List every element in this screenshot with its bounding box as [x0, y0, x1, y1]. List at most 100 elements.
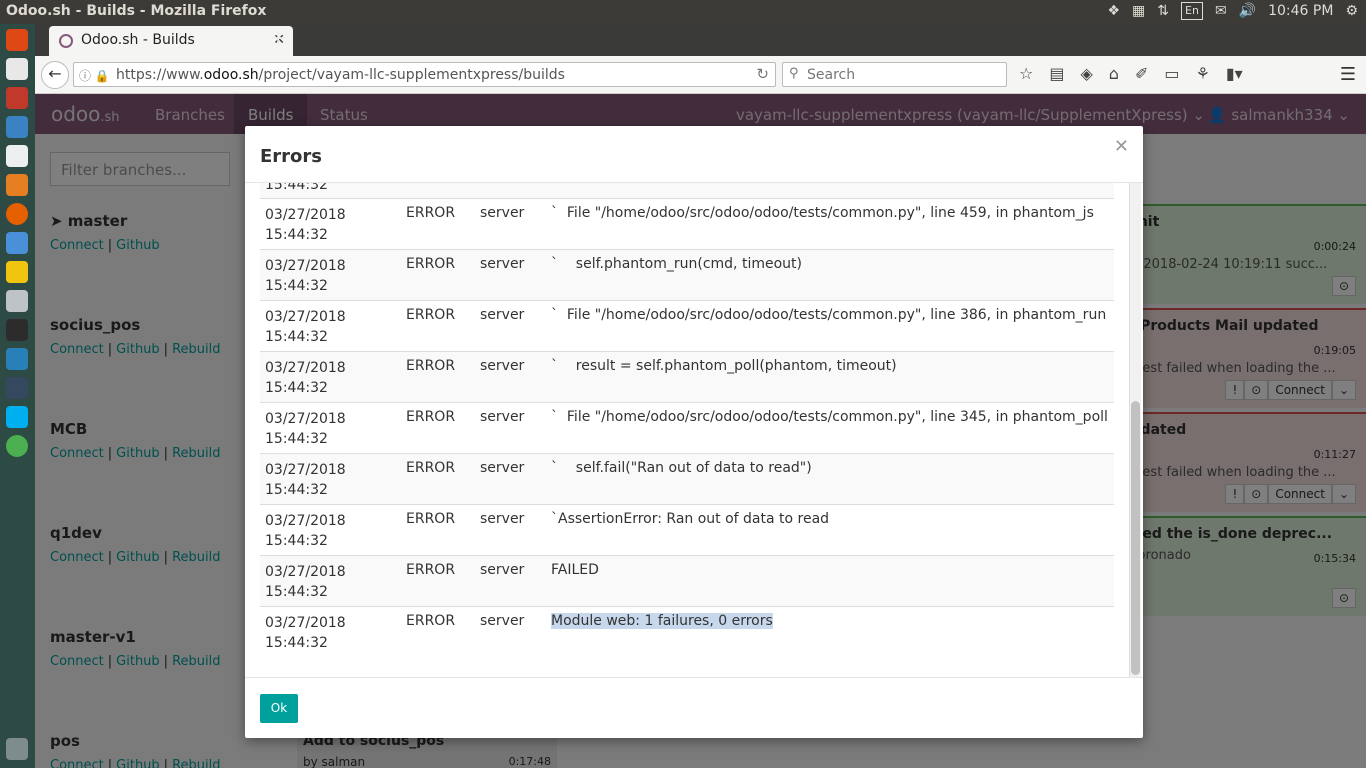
clock-app-icon[interactable]	[6, 348, 28, 370]
keyboard-icon[interactable]: ▦	[1132, 3, 1145, 19]
text-editor-icon[interactable]	[6, 290, 28, 312]
log-time: 15:44:32	[265, 183, 328, 193]
dialog-footer: Ok	[245, 677, 1143, 738]
unity-launcher	[0, 24, 35, 768]
settings-gear-icon[interactable]: ⚙	[1345, 3, 1358, 19]
log-date: 03/27/2018	[265, 309, 346, 325]
search-bar[interactable]: ⚲ Search	[782, 62, 1007, 87]
log-datetime: 03/27/2018 15:44:32	[265, 358, 385, 398]
log-message: FAILED	[551, 562, 599, 578]
error-log-table: 03/27/201815:44:3203/27/201815:44:32ERRO…	[260, 183, 1114, 657]
volume-icon[interactable]: 🔊	[1239, 3, 1256, 19]
log-time: 15:44:32	[265, 329, 328, 345]
url-bar[interactable]: ⓘ 🔒 https://www.odoo.sh/project/vayam-ll…	[73, 62, 776, 87]
log-row: 03/27/2018 15:44:32 ERROR server `AssertionE…	[260, 504, 1114, 555]
log-time: 15:44:32	[265, 278, 328, 294]
log-level: ERROR	[406, 256, 456, 272]
log-level: ERROR	[406, 460, 456, 476]
scrollbar-thumb[interactable]	[1131, 401, 1140, 675]
log-level: ERROR	[406, 409, 456, 425]
close-icon[interactable]: ✕	[1114, 136, 1129, 157]
log-type: server	[480, 358, 525, 374]
log-level: ERROR	[406, 511, 456, 527]
pocket-icon[interactable]: ◈	[1080, 64, 1092, 83]
log-datetime: 03/27/2018 15:44:32	[265, 511, 385, 551]
log-date: 03/27/2018	[265, 360, 346, 376]
bookmark-star-icon[interactable]: ☆	[1019, 64, 1033, 83]
log-date: 03/27/2018	[265, 207, 346, 223]
ok-button[interactable]: Ok	[260, 694, 298, 723]
log-level: ERROR	[406, 307, 456, 323]
extension-icon[interactable]: ⚘	[1195, 64, 1209, 83]
chrome-icon[interactable]	[6, 435, 28, 457]
dialog-body[interactable]: 03/27/201815:44:3203/27/201815:44:32ERRO…	[245, 183, 1143, 677]
hamburger-menu-icon[interactable]: ☰	[1340, 64, 1356, 85]
log-datetime: 03/27/2018 15:44:32	[265, 205, 385, 245]
search-icon: ⚲	[789, 66, 799, 81]
log-row: 03/27/2018 15:44:32 ERROR server FAILED	[260, 555, 1114, 606]
clock[interactable]: 10:46 PM	[1268, 3, 1333, 19]
log-datetime: 03/27/2018 15:44:32	[265, 307, 385, 347]
log-level: ERROR	[406, 562, 456, 578]
log-time: 15:44:32	[265, 482, 328, 498]
home-icon[interactable]: ⌂	[1109, 64, 1119, 83]
app-icon[interactable]	[6, 87, 28, 109]
clipboard-icon[interactable]: ▮▾	[1226, 64, 1243, 83]
app-icon[interactable]	[6, 232, 28, 254]
log-message: Module web: 1 failures, 0 errors	[551, 613, 773, 629]
extension-icon[interactable]: ▭	[1164, 64, 1179, 83]
app-icon[interactable]	[6, 116, 28, 138]
document-icon[interactable]	[6, 145, 28, 167]
dialog-title: Errors	[260, 146, 323, 167]
files-icon[interactable]	[6, 58, 28, 80]
log-row: 03/27/2018 15:44:32 ERROR server ` File "/ho…	[260, 300, 1114, 351]
app-icon[interactable]	[6, 261, 28, 283]
log-level: ERROR	[406, 358, 456, 374]
log-datetime: 03/27/2018 15:44:32	[265, 256, 385, 296]
toolbar-icons: ☆ ▤ ◈ ⌂ ✐ ▭ ⚘ ▮▾	[1019, 64, 1243, 83]
reload-icon[interactable]: ↻	[756, 65, 769, 83]
app-icon[interactable]	[6, 377, 28, 399]
log-time: 15:44:32	[265, 431, 328, 447]
log-datetime: 03/27/2018 15:44:32	[265, 409, 385, 449]
trash-icon[interactable]	[6, 738, 28, 760]
terminal-icon[interactable]	[6, 319, 28, 341]
log-message: ` File "/home/odoo/src/odoo/odoo/tests/c…	[551, 409, 1108, 425]
log-time: 15:44:32	[265, 584, 328, 600]
log-type: server	[480, 409, 525, 425]
url-text: https://www.odoo.sh/project/vayam-llc-su…	[116, 67, 565, 83]
log-message: ` File "/home/odoo/src/odoo/odoo/tests/c…	[551, 205, 1094, 221]
browser-tab[interactable]: Odoo.sh - Builds ✕	[49, 26, 293, 56]
log-message: `AssertionError: Ran out of data to read	[551, 511, 830, 527]
log-type: server	[480, 205, 525, 221]
reading-list-icon[interactable]: ▤	[1049, 64, 1064, 83]
log-date: 03/27/2018	[265, 513, 346, 529]
log-row: 03/27/2018 15:44:32 ERROR server ` File "/ho…	[260, 402, 1114, 453]
dropbox-icon[interactable]: ❖	[1107, 3, 1120, 19]
firefox-icon[interactable]	[6, 203, 28, 225]
log-row: 03/27/201815:44:32	[260, 183, 1114, 198]
log-type: server	[480, 613, 525, 629]
keyboard-layout-indicator[interactable]: En	[1181, 2, 1203, 20]
log-type: server	[480, 256, 525, 272]
log-row: 03/27/2018 15:44:32 ERROR server ` self.phan…	[260, 249, 1114, 300]
log-row: 03/27/2018 15:44:32 ERROR server ` File "/ho…	[260, 198, 1114, 249]
mail-icon[interactable]: ✉	[1215, 3, 1227, 19]
log-row: 03/27/2018 15:44:32 ERROR server Module web:…	[260, 606, 1114, 657]
skype-icon[interactable]	[6, 406, 28, 428]
log-level: ERROR	[406, 205, 456, 221]
app-icon[interactable]	[6, 174, 28, 196]
window-title: Odoo.sh - Builds - Mozilla Firefox	[6, 3, 267, 19]
log-type: server	[480, 460, 525, 476]
log-time: 15:44:32	[265, 533, 328, 549]
network-icon[interactable]: ⇅	[1157, 3, 1169, 19]
dialog-scrollbar[interactable]	[1129, 183, 1141, 677]
system-tray: ❖ ▦ ⇅ En ✉ 🔊 10:46 PM ⚙	[1107, 2, 1358, 20]
log-date: 03/27/2018	[265, 258, 346, 274]
log-message: ` self.fail("Ran out of data to read")	[551, 460, 812, 476]
back-button[interactable]: ←	[41, 61, 69, 89]
site-info-icon[interactable]: ⓘ 🔒	[79, 67, 110, 84]
extension-icon[interactable]: ✐	[1135, 64, 1148, 83]
new-tab-button[interactable]: +	[269, 26, 287, 51]
ubuntu-dash-icon[interactable]	[6, 29, 28, 51]
